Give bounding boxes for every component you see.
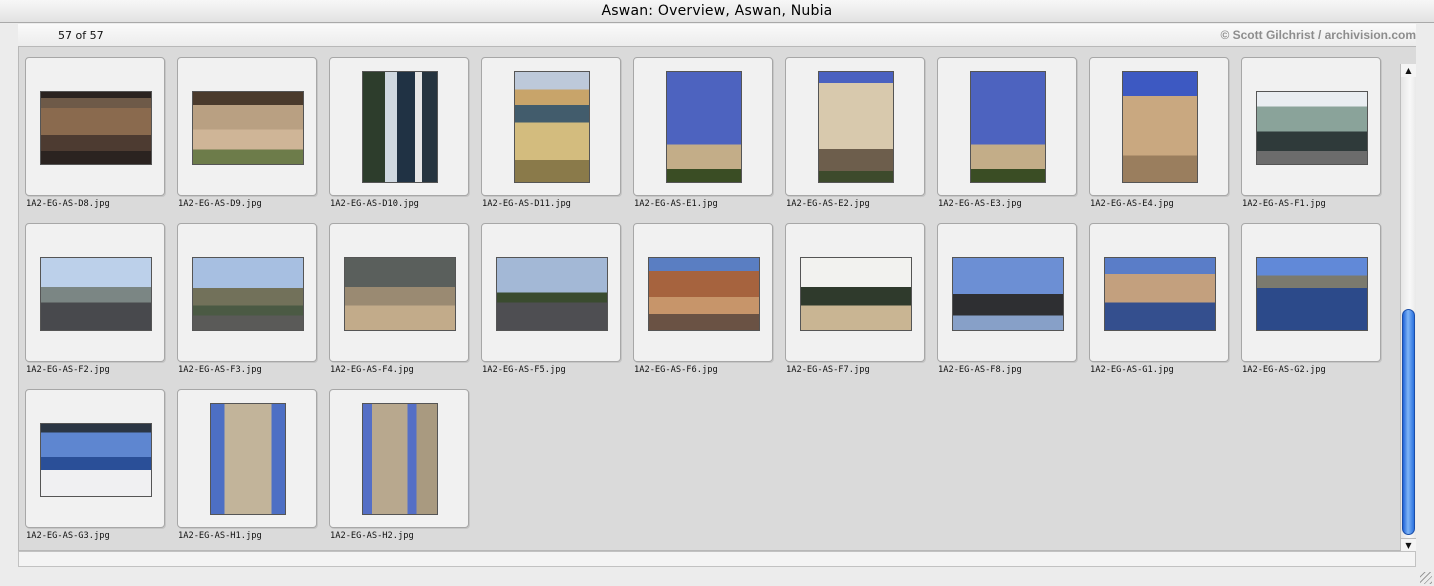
- thumbnail-filename: 1A2-EG-AS-F2.jpg: [26, 365, 110, 375]
- thumbnail-frame[interactable]: [1089, 57, 1229, 196]
- thumbnail-frame[interactable]: [1089, 223, 1229, 362]
- thumbnail-frame[interactable]: [633, 57, 773, 196]
- thumbnail-frame[interactable]: [785, 223, 925, 362]
- thumbnail-item[interactable]: 1A2-EG-AS-F5.jpg: [480, 223, 632, 383]
- copyright-notice: © Scott Gilchrist / archivision.com: [1220, 28, 1416, 42]
- thumbnail-frame[interactable]: [481, 57, 621, 196]
- thumbnail-frame[interactable]: [177, 223, 317, 362]
- image-count: 57 of 57: [58, 29, 104, 42]
- thumbnail-filename: 1A2-EG-AS-H1.jpg: [178, 531, 262, 541]
- thumbnail-frame[interactable]: [1241, 57, 1381, 196]
- thumbnail-image[interactable]: [40, 257, 152, 331]
- thumbnail-filename: 1A2-EG-AS-E4.jpg: [1090, 199, 1174, 209]
- thumbnail-filename: 1A2-EG-AS-D10.jpg: [330, 199, 419, 209]
- thumbnail-filename: 1A2-EG-AS-D11.jpg: [482, 199, 571, 209]
- thumbnail-item[interactable]: 1A2-EG-AS-F1.jpg: [1240, 57, 1392, 217]
- thumbnail-image[interactable]: [344, 257, 456, 331]
- thumbnail-image[interactable]: [192, 91, 304, 165]
- thumbnail-filename: 1A2-EG-AS-G3.jpg: [26, 531, 110, 541]
- thumbnail-frame[interactable]: [1241, 223, 1381, 362]
- thumbnail-image[interactable]: [192, 257, 304, 331]
- thumbnail-filename: 1A2-EG-AS-F6.jpg: [634, 365, 718, 375]
- thumbnail-grid: 1A2-EG-AS-D8.jpg 1A2-EG-AS-D9.jpg 1A2-EG-A…: [24, 57, 1398, 547]
- thumbnail-frame[interactable]: [329, 57, 469, 196]
- thumbnail-filename: 1A2-EG-AS-F7.jpg: [786, 365, 870, 375]
- thumbnail-filename: 1A2-EG-AS-D8.jpg: [26, 199, 110, 209]
- thumbnail-image[interactable]: [970, 71, 1046, 183]
- resize-grip-icon[interactable]: [1420, 572, 1432, 584]
- thumbnail-image[interactable]: [40, 91, 152, 165]
- thumbnail-frame[interactable]: [329, 223, 469, 362]
- thumbnail-frame[interactable]: [481, 223, 621, 362]
- thumbnail-item[interactable]: 1A2-EG-AS-E2.jpg: [784, 57, 936, 217]
- thumbnail-image[interactable]: [800, 257, 912, 331]
- thumbnail-image[interactable]: [1256, 257, 1368, 331]
- thumbnail-frame[interactable]: [937, 223, 1077, 362]
- window-title: Aswan: Overview, Aswan, Nubia: [0, 0, 1434, 23]
- thumbnail-item[interactable]: 1A2-EG-AS-G3.jpg: [24, 389, 176, 549]
- thumbnail-item[interactable]: 1A2-EG-AS-D11.jpg: [480, 57, 632, 217]
- info-bar: [18, 24, 1416, 46]
- thumbnail-image[interactable]: [1122, 71, 1198, 183]
- thumbnail-frame[interactable]: [25, 223, 165, 362]
- thumbnail-item[interactable]: 1A2-EG-AS-F8.jpg: [936, 223, 1088, 383]
- thumbnail-item[interactable]: 1A2-EG-AS-G1.jpg: [1088, 223, 1240, 383]
- thumbnail-filename: 1A2-EG-AS-E2.jpg: [786, 199, 870, 209]
- thumbnail-filename: 1A2-EG-AS-F1.jpg: [1242, 199, 1326, 209]
- thumbnail-filename: 1A2-EG-AS-H2.jpg: [330, 531, 414, 541]
- thumbnail-item[interactable]: 1A2-EG-AS-E1.jpg: [632, 57, 784, 217]
- thumbnail-item[interactable]: 1A2-EG-AS-D10.jpg: [328, 57, 480, 217]
- thumbnail-frame[interactable]: [785, 57, 925, 196]
- thumbnail-image[interactable]: [1256, 91, 1368, 165]
- thumbnail-image[interactable]: [952, 257, 1064, 331]
- thumbnail-filename: 1A2-EG-AS-E3.jpg: [938, 199, 1022, 209]
- scrollbar-thumb[interactable]: [1402, 309, 1415, 535]
- thumbnail-filename: 1A2-EG-AS-E1.jpg: [634, 199, 718, 209]
- thumbnail-item[interactable]: 1A2-EG-AS-H2.jpg: [328, 389, 480, 549]
- thumbnail-item[interactable]: 1A2-EG-AS-H1.jpg: [176, 389, 328, 549]
- thumbnail-frame[interactable]: [177, 57, 317, 196]
- thumbnail-filename: 1A2-EG-AS-F8.jpg: [938, 365, 1022, 375]
- thumbnail-image[interactable]: [40, 423, 152, 497]
- thumbnail-item[interactable]: 1A2-EG-AS-F2.jpg: [24, 223, 176, 383]
- thumbnail-image[interactable]: [362, 403, 438, 515]
- thumbnail-item[interactable]: 1A2-EG-AS-E3.jpg: [936, 57, 1088, 217]
- thumbnail-image[interactable]: [362, 71, 438, 183]
- thumbnail-filename: 1A2-EG-AS-D9.jpg: [178, 199, 262, 209]
- thumbnail-item[interactable]: 1A2-EG-AS-D8.jpg: [24, 57, 176, 217]
- thumbnail-item[interactable]: 1A2-EG-AS-G2.jpg: [1240, 223, 1392, 383]
- thumbnail-item[interactable]: 1A2-EG-AS-F7.jpg: [784, 223, 936, 383]
- thumbnail-frame[interactable]: [937, 57, 1077, 196]
- thumbnail-image[interactable]: [1104, 257, 1216, 331]
- thumbnail-frame[interactable]: [633, 223, 773, 362]
- thumbnail-item[interactable]: 1A2-EG-AS-F3.jpg: [176, 223, 328, 383]
- thumbnail-item[interactable]: 1A2-EG-AS-F6.jpg: [632, 223, 784, 383]
- vertical-scrollbar[interactable]: ▲ ▼: [1400, 64, 1416, 551]
- thumbnail-item[interactable]: 1A2-EG-AS-E4.jpg: [1088, 57, 1240, 217]
- thumbnail-filename: 1A2-EG-AS-G2.jpg: [1242, 365, 1326, 375]
- thumbnail-filename: 1A2-EG-AS-G1.jpg: [1090, 365, 1174, 375]
- thumbnail-item[interactable]: 1A2-EG-AS-D9.jpg: [176, 57, 328, 217]
- thumbnail-frame[interactable]: [25, 389, 165, 528]
- thumbnail-image[interactable]: [666, 71, 742, 183]
- thumbnail-image[interactable]: [818, 71, 894, 183]
- thumbnail-image[interactable]: [514, 71, 590, 183]
- thumbnail-frame[interactable]: [177, 389, 317, 528]
- scroll-down-icon[interactable]: ▼: [1401, 538, 1416, 551]
- thumbnail-frame[interactable]: [329, 389, 469, 528]
- thumbnail-item[interactable]: 1A2-EG-AS-F4.jpg: [328, 223, 480, 383]
- thumbnail-image[interactable]: [210, 403, 286, 515]
- scroll-up-icon[interactable]: ▲: [1401, 64, 1416, 77]
- thumbnail-filename: 1A2-EG-AS-F3.jpg: [178, 365, 262, 375]
- thumbnail-filename: 1A2-EG-AS-F4.jpg: [330, 365, 414, 375]
- thumbnail-image[interactable]: [648, 257, 760, 331]
- thumbnail-filename: 1A2-EG-AS-F5.jpg: [482, 365, 566, 375]
- thumbnail-image[interactable]: [496, 257, 608, 331]
- status-strip: [18, 551, 1416, 567]
- thumbnail-frame[interactable]: [25, 57, 165, 196]
